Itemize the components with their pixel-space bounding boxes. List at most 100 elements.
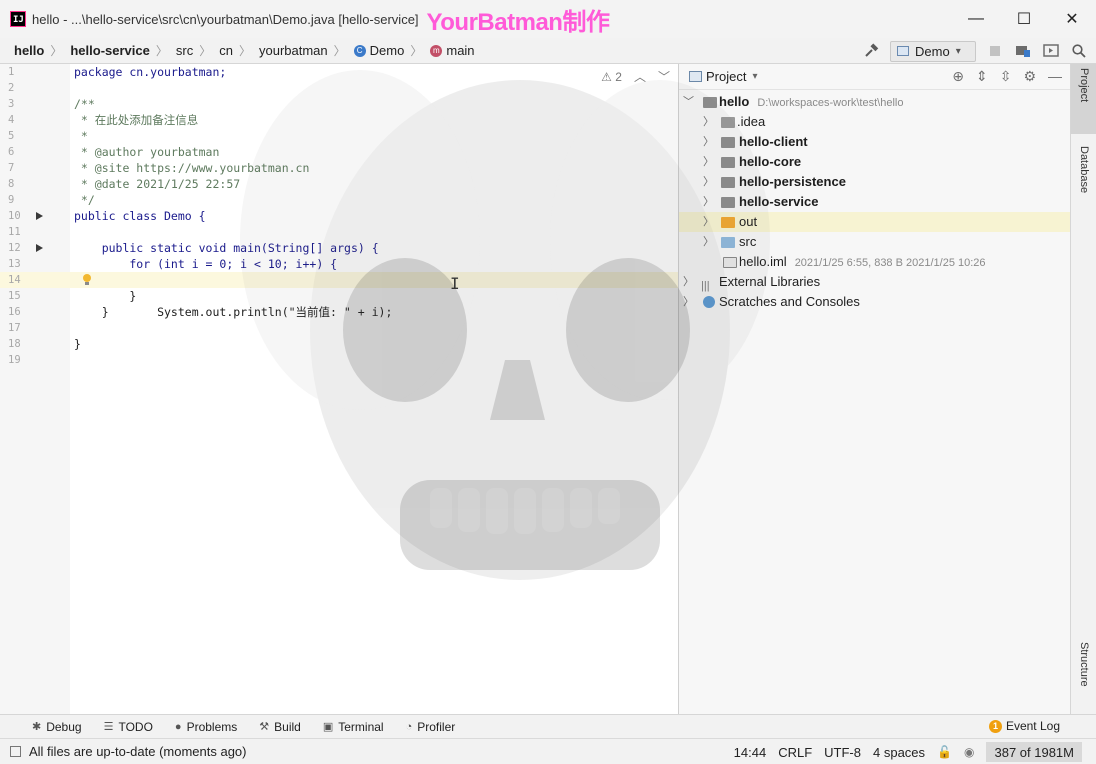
build-hammer-icon[interactable]	[862, 42, 880, 60]
tree-item-label: hello-persistence	[739, 174, 846, 189]
code-line: 3 /**	[0, 96, 678, 112]
close-button[interactable]: ✕	[1048, 0, 1096, 38]
tab-label: Database	[1078, 146, 1090, 194]
run-gutter-icon[interactable]	[36, 212, 43, 220]
tree-item-hello-client[interactable]: 〉 hello-client	[679, 132, 1071, 152]
chevron-right-icon[interactable]: 〉	[703, 152, 714, 172]
maximize-button[interactable]: ☐	[1000, 0, 1048, 38]
chevron-right-icon[interactable]: 〉	[703, 232, 714, 252]
line-number: 11	[8, 226, 21, 238]
breadcrumb-demo[interactable]: Demo	[370, 43, 405, 58]
breadcrumb-main[interactable]: main	[446, 43, 474, 58]
chevron-down-icon[interactable]: ▾	[752, 71, 757, 82]
inspection-icon[interactable]: ◉	[964, 745, 974, 759]
tree-item-hello-persistence[interactable]: 〉 hello-persistence	[679, 172, 1071, 192]
tree-item-label: hello-service	[739, 194, 819, 209]
debug-button[interactable]: ✱ Debug	[32, 720, 82, 734]
breadcrumb-hello[interactable]: hello	[14, 43, 44, 58]
lock-icon[interactable]: 🔓	[937, 745, 952, 759]
method-icon: m	[430, 44, 443, 57]
line-number: 9	[8, 194, 15, 206]
chevron-right-icon[interactable]: 〉	[703, 172, 714, 192]
tab-structure[interactable]: Structure	[1071, 638, 1096, 714]
run-gutter-icon[interactable]	[36, 244, 43, 252]
indent-setting[interactable]: 4 spaces	[873, 745, 925, 760]
tree-item-scratches[interactable]: 〉 Scratches and Consoles	[679, 292, 1071, 312]
code-line: 7 * @site https://www.yourbatman.cn	[0, 160, 678, 176]
tab-database[interactable]: Database	[1071, 142, 1096, 222]
tree-item-label: hello	[719, 94, 750, 109]
todo-button[interactable]: ☰ TODO	[104, 720, 153, 734]
tree-item-hello-service[interactable]: 〉 hello-service	[679, 192, 1071, 212]
code-editor[interactable]: 1 package cn.yourbatman; 2 3 /** 4 * 在此处添加…	[0, 64, 678, 714]
code-text: }	[74, 337, 81, 351]
event-log-button[interactable]: 1 Event Log	[988, 719, 1060, 733]
tree-item-external-libraries[interactable]: 〉 ||| External Libraries	[679, 272, 1071, 292]
chevron-right-icon[interactable]: 〉	[703, 192, 714, 212]
tab-project[interactable]: Project	[1071, 64, 1096, 134]
tree-item-hello-iml[interactable]: hello.iml 2021/1/25 6:55, 838 B 2021/1/25…	[679, 252, 1071, 272]
line-number: 4	[8, 114, 15, 126]
code-line: 17	[0, 320, 678, 336]
breadcrumb-yourbatman[interactable]: yourbatman	[259, 43, 328, 58]
gear-icon[interactable]: ⚙	[1023, 68, 1036, 85]
minimize-button[interactable]: —	[952, 0, 1000, 38]
tree-item-out[interactable]: 〉 out	[679, 212, 1071, 232]
tree-item-hello[interactable]: ﹀ hello D:\workspaces-work\test\hello	[679, 92, 1071, 112]
chevron-right-icon[interactable]: 〉	[703, 112, 714, 132]
chevron-down-icon[interactable]: ﹀	[683, 92, 694, 112]
todo-icon: ☰	[103, 721, 114, 733]
project-structure-icon[interactable]	[1014, 42, 1032, 60]
file-encoding[interactable]: UTF-8	[824, 745, 861, 760]
tool-windows-toggle-icon[interactable]	[10, 746, 21, 757]
warning-indicator[interactable]: ⚠ 2	[601, 70, 622, 84]
chevron-right-icon[interactable]: 〉	[683, 272, 694, 292]
line-number: 17	[8, 322, 21, 334]
breadcrumb-hello-service[interactable]: hello-service	[70, 43, 150, 58]
module-folder-icon	[721, 177, 735, 188]
chevron-down-icon[interactable]: ﹀	[658, 68, 670, 85]
line-number: 8	[8, 178, 15, 190]
chevron-right-icon[interactable]: 〉	[703, 212, 714, 232]
tree-item-label: .idea	[737, 114, 766, 129]
editor-inspection-widget: ⚠ 2 ︿ ﹀	[601, 68, 670, 85]
project-panel-title[interactable]: Project	[706, 69, 746, 84]
tree-item-hello-core[interactable]: 〉 hello-core	[679, 152, 1071, 172]
breadcrumb-src[interactable]: src	[176, 43, 193, 58]
code-line: 2	[0, 80, 678, 96]
tree-item-label: src	[739, 234, 757, 249]
profiler-button[interactable]: ◔ Profiler	[406, 720, 456, 734]
build-button[interactable]: ⚒ Build	[259, 720, 301, 734]
memory-indicator[interactable]: 387 of 1981M	[986, 742, 1082, 762]
search-icon[interactable]	[1070, 42, 1088, 60]
code-lines: 1 package cn.yourbatman; 2 3 /** 4 * 在此处添加…	[0, 64, 678, 368]
run-config-select[interactable]: Demo ▾	[890, 40, 976, 62]
expand-all-icon[interactable]: ⇕	[976, 68, 988, 85]
collapse-all-icon[interactable]: ⇳	[1000, 68, 1012, 85]
tree-item-idea[interactable]: 〉 .idea	[679, 112, 1071, 132]
chevron-right-icon[interactable]: 〉	[683, 292, 694, 312]
code-text: }	[74, 289, 137, 303]
code-line: 4 * 在此处添加备注信息	[0, 112, 678, 128]
breadcrumb-cn[interactable]: cn	[219, 43, 233, 58]
tree-item-path: D:\workspaces-work\test\hello	[757, 97, 904, 109]
problems-button[interactable]: ● Problems	[175, 720, 237, 734]
line-number: 7	[8, 162, 15, 174]
event-log-label: Event Log	[1005, 719, 1060, 733]
presentation-icon[interactable]	[1042, 42, 1060, 60]
line-separator[interactable]: CRLF	[778, 745, 812, 760]
tree-item-src[interactable]: 〉 src	[679, 232, 1071, 252]
lightbulb-icon[interactable]	[82, 273, 92, 286]
line-number: 5	[8, 130, 15, 142]
hide-panel-icon[interactable]: —	[1048, 68, 1062, 85]
code-line: 9 */	[0, 192, 678, 208]
locate-icon[interactable]: ⊕	[952, 68, 964, 85]
problems-icon: ●	[174, 720, 182, 733]
stop-icon[interactable]	[986, 42, 1004, 60]
module-folder-icon	[721, 157, 735, 168]
chevron-right-icon[interactable]: 〉	[703, 132, 714, 152]
caret-position[interactable]: 14:44	[734, 745, 767, 760]
line-number: 15	[8, 290, 21, 302]
chevron-up-icon[interactable]: ︿	[634, 68, 646, 85]
terminal-button[interactable]: ▣ Terminal	[323, 720, 384, 734]
